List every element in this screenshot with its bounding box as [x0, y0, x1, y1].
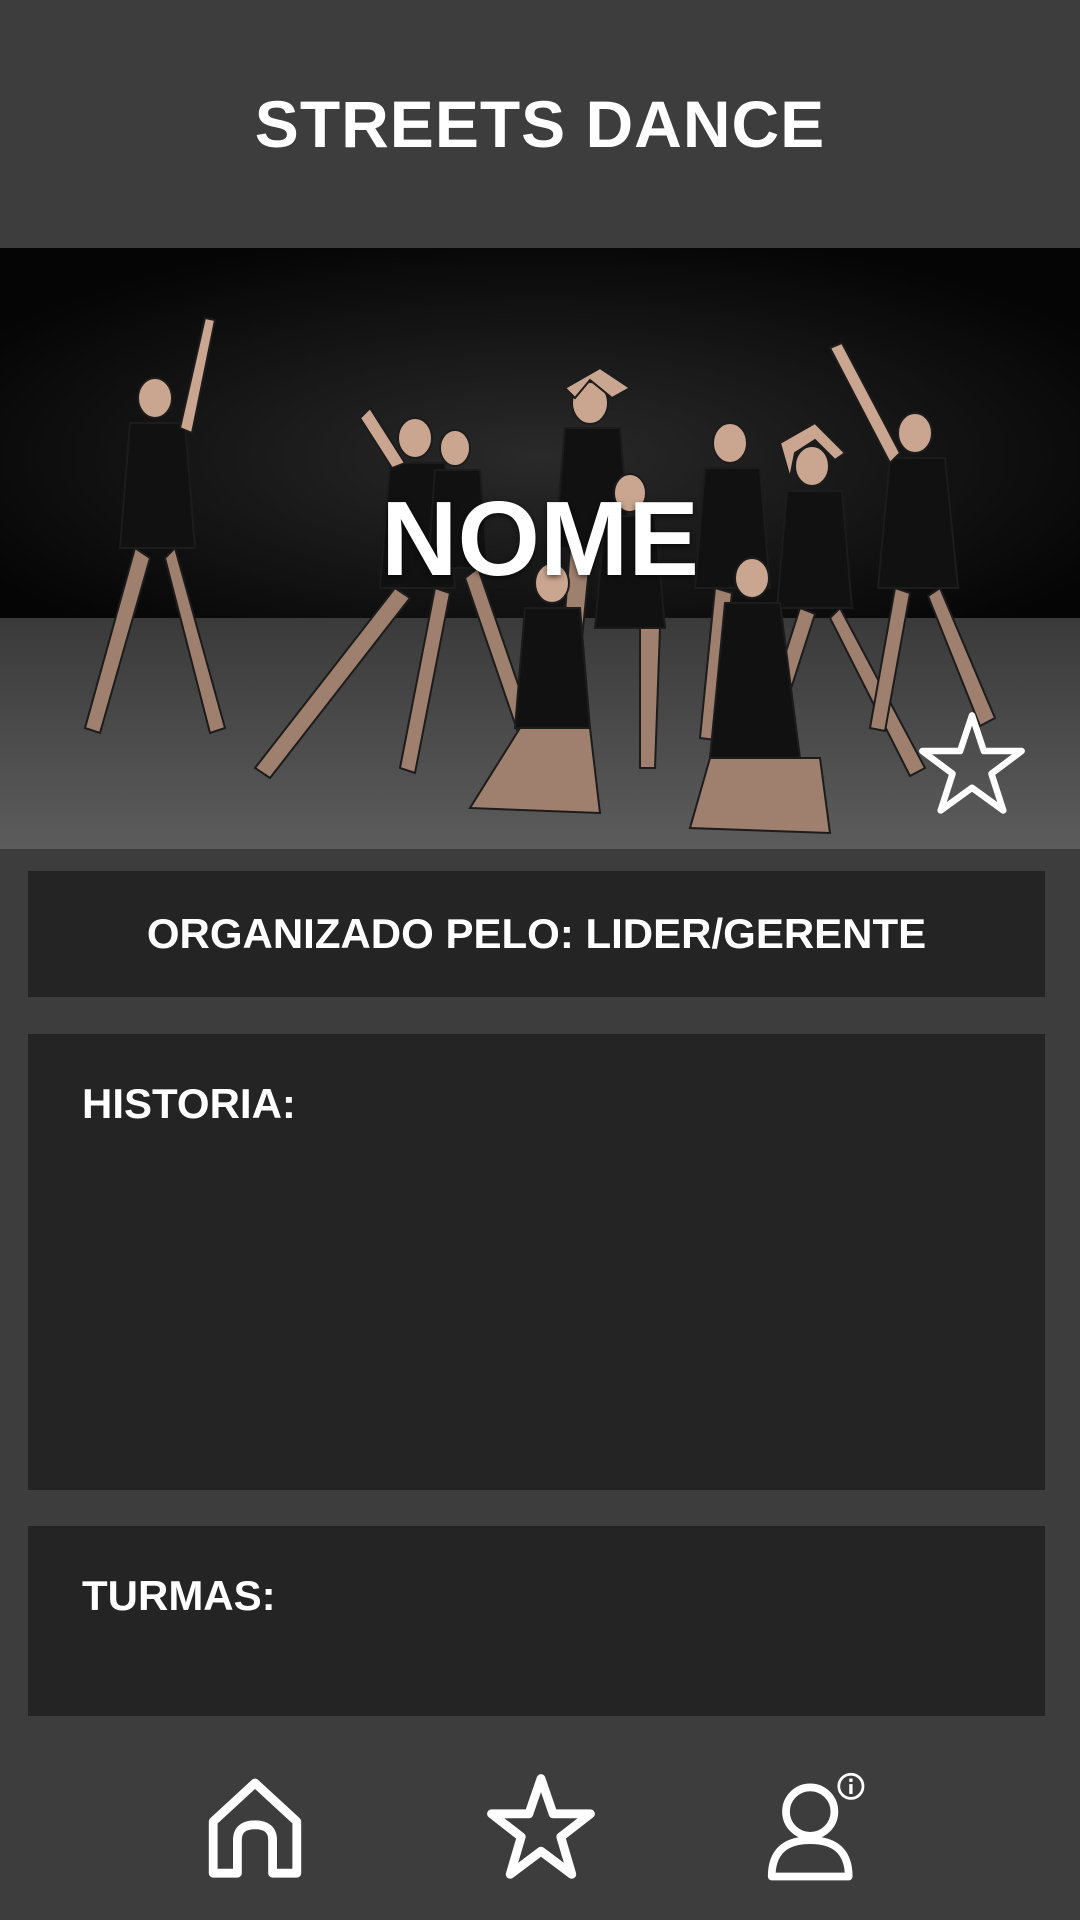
bottom-navigation — [0, 1720, 1080, 1920]
favorite-star-icon[interactable] — [918, 710, 1026, 818]
history-card: HISTORIA: — [28, 1034, 1045, 1490]
hero-banner: NOME — [0, 248, 1080, 849]
history-label: HISTORIA: — [82, 1080, 296, 1127]
hero-name: NOME — [381, 480, 699, 598]
app-header: STREETS DANCE — [0, 0, 1080, 248]
star-icon[interactable] — [486, 1772, 596, 1882]
classes-card: TURMAS: — [28, 1526, 1045, 1716]
page-title: STREETS DANCE — [254, 87, 826, 161]
organizer-text: ORGANIZADO PELO: LIDER/GERENTE — [146, 910, 927, 957]
classes-label: TURMAS: — [82, 1572, 276, 1619]
organizer-card: ORGANIZADO PELO: LIDER/GERENTE — [28, 871, 1045, 997]
app-screen: STREETS DANCE NOME ORGANIZADO PELO: LIDE… — [0, 0, 1080, 1920]
home-icon[interactable] — [200, 1772, 310, 1882]
user-info-icon[interactable] — [764, 1772, 874, 1882]
